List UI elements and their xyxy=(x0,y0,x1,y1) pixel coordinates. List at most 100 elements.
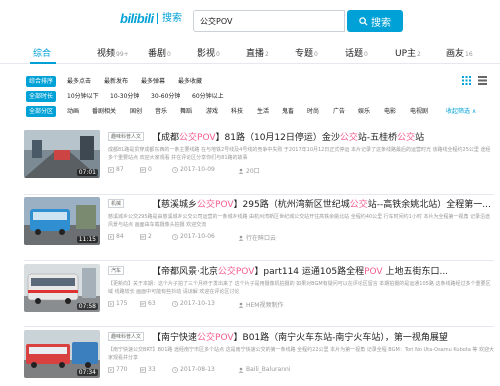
search-button[interactable]: 搜索 xyxy=(347,10,403,32)
zone-option[interactable]: 鬼畜 xyxy=(279,106,297,117)
zone-option[interactable]: 广告 xyxy=(330,106,348,117)
title-text: 】81路（10月12日停运）金沙 xyxy=(215,133,340,143)
tab-topic[interactable]: 话题0 xyxy=(345,46,368,59)
zone-option[interactable]: 生活 xyxy=(254,106,272,117)
zone-option[interactable]: 动画 xyxy=(64,106,82,117)
clock-icon xyxy=(172,233,178,240)
title-keyword: 公交POV xyxy=(179,133,216,143)
tab-movie[interactable]: 影视0 xyxy=(197,46,220,59)
uploader-name[interactable]: 20口 xyxy=(238,166,260,175)
play-icon xyxy=(108,167,114,173)
duration-option[interactable]: 10分钟以下 xyxy=(64,91,102,102)
title-keyword: 公交POV xyxy=(217,267,255,277)
danmaku-icon xyxy=(140,234,146,240)
zone-option[interactable]: 音乐 xyxy=(152,106,170,117)
zone-option[interactable]: 娱乐 xyxy=(355,106,373,117)
upload-date: 2017-10-09 xyxy=(172,166,215,173)
zone-option[interactable]: 全部分区 xyxy=(26,106,57,117)
play-icon xyxy=(108,234,114,240)
result-type-tabs: 综合 视频99+ 番剧0 影视0 直播2 专题0 话题0 UP主2 画友16 xyxy=(0,40,500,64)
title-keyword: 公交 xyxy=(339,133,358,143)
title-text: 站-五桂桥 xyxy=(357,133,398,143)
title-text: 上地五街东口... xyxy=(382,267,449,277)
uploader-name[interactable]: 行在眸口云 xyxy=(238,233,276,242)
tab-count: 0 xyxy=(314,51,318,58)
tab-uploader[interactable]: UP主2 xyxy=(395,46,421,59)
title-keyword: 公交 xyxy=(397,133,416,143)
duration-option[interactable]: 60分钟以上 xyxy=(189,91,227,102)
header: bilibili 搜索 公交POV 搜索 xyxy=(0,0,500,38)
video-title[interactable]: 【慈溪城乡公交POV】295路（杭州湾新区世纪城公交站--高铁余姚北站）全程第一… xyxy=(152,197,494,210)
list-view-icon[interactable] xyxy=(478,76,487,85)
category-tag[interactable]: 趣味科普人文 xyxy=(108,332,145,341)
view-count: 87 xyxy=(108,166,124,173)
title-text: 【南宁快速 xyxy=(152,333,198,343)
result-item[interactable]: 11:15 机械 【慈溪城乡公交POV】295路（杭州湾新区世纪城公交站--高铁… xyxy=(24,197,494,259)
category-tag[interactable]: 汽车 xyxy=(108,266,125,275)
video-description: 【南宁快速公交BRT】B01路 途经南宁市区多个站点 这是南宁快速公交的第一条线… xyxy=(108,347,494,361)
logo-search-label: 搜索 xyxy=(157,13,182,24)
result-divider xyxy=(24,194,494,195)
zone-option[interactable]: 电视剧 xyxy=(407,106,431,117)
user-icon xyxy=(238,302,244,308)
duration-option[interactable]: 全部时长 xyxy=(26,91,57,102)
video-thumbnail[interactable]: 07:34 xyxy=(24,330,100,378)
zone-option[interactable]: 时尚 xyxy=(304,106,322,117)
title-text: 】B01路（南宁火车东站-南宁火车站），第一视角展望 xyxy=(233,333,448,343)
clock-icon xyxy=(172,300,178,307)
video-meta: 175 63 2017-10-13 HEM视频制作 xyxy=(108,300,494,309)
bilibili-logo[interactable]: bilibili xyxy=(120,11,154,26)
category-tag[interactable]: 趣味科普人文 xyxy=(108,132,145,141)
result-item[interactable]: 07:58 汽车 【帝都风景·北京公交POV】part114 运通105路全程P… xyxy=(24,264,494,326)
zone-option[interactable]: 舞蹈 xyxy=(177,106,195,117)
tab-all[interactable]: 综合 xyxy=(33,46,51,59)
sort-option[interactable]: 最多收藏 xyxy=(175,76,205,87)
video-duration: 07:01 xyxy=(76,169,98,176)
result-item[interactable]: 07:34 趣味科普人文 【南宁快速公交POV】B01路（南宁火车东站-南宁火车… xyxy=(24,330,494,386)
tab-count: 0 xyxy=(216,51,220,58)
video-title[interactable]: 【南宁快速公交POV】B01路（南宁火车东站-南宁火车站），第一视角展望 xyxy=(152,330,494,343)
uploader-name[interactable]: Baili_Baluranni xyxy=(238,366,290,373)
tab-label: 画友 xyxy=(446,49,465,59)
title-text: 】295路（杭州湾新区世纪城 xyxy=(233,200,350,210)
zone-option[interactable]: 科技 xyxy=(228,106,246,117)
sort-option[interactable]: 最多点击 xyxy=(64,76,94,87)
title-keyword: POV xyxy=(364,267,383,277)
duration-option[interactable]: 30-60分钟 xyxy=(148,91,183,102)
tab-special[interactable]: 专题0 xyxy=(295,46,318,59)
sort-option[interactable]: 综合排序 xyxy=(26,76,57,87)
video-thumbnail[interactable]: 11:15 xyxy=(24,197,100,245)
sort-option[interactable]: 最多弹幕 xyxy=(138,76,168,87)
category-tag[interactable]: 机械 xyxy=(108,199,125,208)
danmaku-icon xyxy=(140,167,146,173)
title-text: 站 xyxy=(415,133,425,143)
video-thumbnail[interactable]: 07:01 xyxy=(24,130,100,178)
tab-painter[interactable]: 画友16 xyxy=(446,46,473,59)
search-results-page: bilibili 搜索 公交POV 搜索 综合 视频99+ 番剧0 影视0 直播… xyxy=(0,0,500,386)
sort-option[interactable]: 最新发布 xyxy=(101,76,131,87)
video-description: 慈溪城乡公交295路是由慈溪城乡公交公司运营的一条城乡线路 由杭州湾新区世纪城公… xyxy=(108,214,491,228)
search-button-label: 搜索 xyxy=(371,17,391,29)
video-title[interactable]: 【成都公交POV】81路（10月12日停运）金沙公交站-五桂桥公交站 xyxy=(152,130,494,143)
video-thumbnail[interactable]: 07:58 xyxy=(24,264,100,312)
tab-live[interactable]: 直播2 xyxy=(246,46,269,59)
zone-option[interactable]: 番剧相关 xyxy=(89,106,119,117)
tab-bangumi[interactable]: 番剧0 xyxy=(148,46,171,59)
grid-view-icon[interactable] xyxy=(462,76,471,85)
duration-option[interactable]: 10-30分钟 xyxy=(107,91,142,102)
video-duration: 07:58 xyxy=(76,303,98,310)
title-text: 【成都 xyxy=(152,133,180,143)
title-keyword: 公交 xyxy=(349,200,368,210)
uploader-name[interactable]: HEM视频制作 xyxy=(238,300,283,309)
zone-option[interactable]: 游戏 xyxy=(203,106,221,117)
title-text: 【帝都风景·北京 xyxy=(152,267,218,277)
search-input[interactable]: 公交POV xyxy=(193,10,345,32)
video-title[interactable]: 【帝都风景·北京公交POV】part114 运通105路全程POV 上地五街东口… xyxy=(152,264,494,277)
zone-option[interactable]: 电影 xyxy=(381,106,399,117)
collapse-filters-link[interactable]: 收起筛选 ∧ xyxy=(446,106,476,115)
tab-video[interactable]: 视频99+ xyxy=(97,46,129,59)
result-item[interactable]: 07:01 趣味科普人文 【成都公交POV】81路（10月12日停运）金沙公交站… xyxy=(24,130,494,192)
zone-filter-row: 全部分区 动画 番剧相关 国创 音乐 舞蹈 游戏 科技 生活 鬼畜 时尚 广告 … xyxy=(0,106,500,118)
zone-option[interactable]: 国创 xyxy=(127,106,145,117)
view-count: 84 xyxy=(108,233,124,240)
